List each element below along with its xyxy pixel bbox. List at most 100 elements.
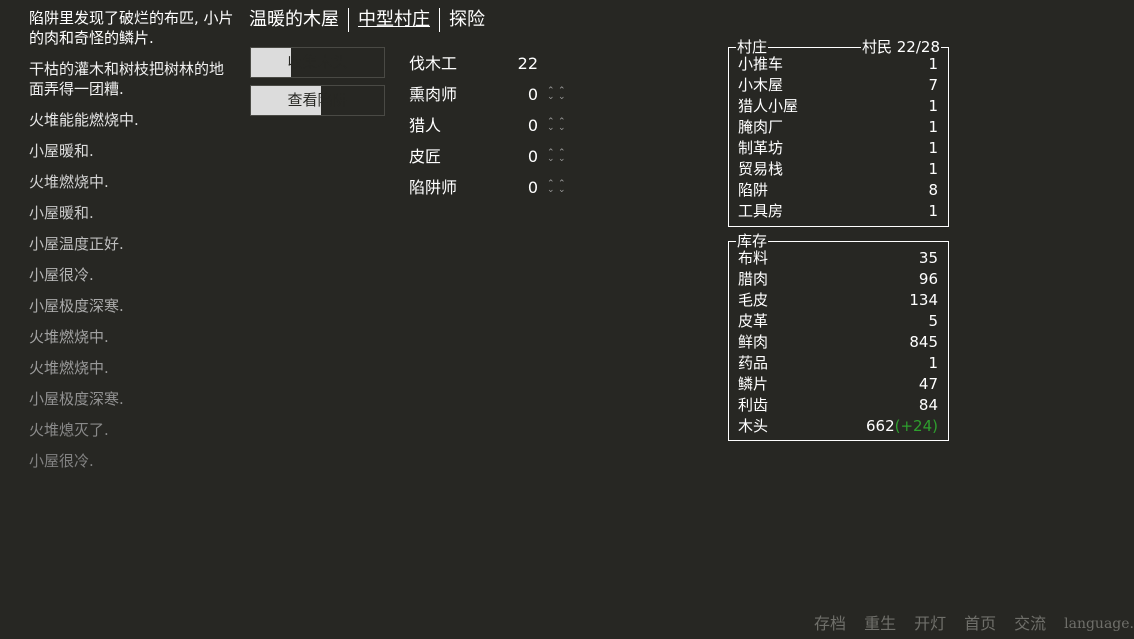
save-link[interactable]: 存档 [814,612,846,636]
worker-controls: ⌃ ⌄ ⌃ ⌄ [547,118,571,135]
resource-name: 布料 [738,249,769,267]
decrease-worker-icon[interactable]: ⌄ [547,155,557,166]
village-panel: 村庄 村民 22/28 小推车 1 小木屋 7 猎人小屋 1 腌肉厂 1 制革坊 1 贸易栈 1 陷阱 8… [728,39,949,227]
resource-name: 木头 [738,417,769,435]
notification-item: 干枯的灌木和树枝把树林的地面弄得一团糟. [29,60,225,98]
resource-row: 鲜肉 845 [738,332,938,353]
village-legend: 村庄 [736,38,769,56]
resource-income: (+24) [894,417,938,435]
decrease-worker-10-icon[interactable]: ⌄ [558,124,568,135]
notification-item: 火堆燃烧中. [29,359,109,377]
building-name: 腌肉厂 [738,118,784,136]
resource-name: 皮革 [738,312,769,330]
tab-village[interactable]: 中型村庄 [358,8,430,32]
resource-name: 腊肉 [738,270,769,288]
resource-count: 134 [909,291,938,309]
building-name: 工具房 [738,202,784,220]
resource-name: 药品 [738,354,769,372]
resource-value: 1 [928,353,938,374]
building-name: 小木屋 [738,76,784,94]
tab-room[interactable]: 温暖的木屋 [249,8,339,32]
resource-row: 木头 662(+24) [738,416,938,437]
building-name: 制革坊 [738,139,784,157]
stores-panel: 库存 布料 35 腊肉 96 毛皮 134 皮革 5 鲜肉 845 药品 1 鳞片 47 利齿 84 木头 662… [728,233,949,441]
notification-item: 火堆燃烧中. [29,328,109,346]
home-link[interactable]: 首页 [964,612,996,636]
check-traps-button[interactable]: 查看陷阱 [250,85,385,116]
building-count: 1 [928,118,938,136]
notification-item: 小屋暖和. [29,204,94,222]
language-link[interactable]: language. [1064,612,1134,636]
decrease-worker-10-icon[interactable]: ⌄ [558,186,568,197]
building-count: 1 [928,160,938,178]
resource-value: 134 [909,290,938,311]
decrease-worker-icon[interactable]: ⌄ [547,186,557,197]
resource-name: 利齿 [738,396,769,414]
resource-value: 662(+24) [866,416,938,437]
worker-controls: ⌃ ⌄ ⌃ ⌄ [547,149,571,166]
community-link[interactable]: 交流 [1014,612,1046,636]
resource-row: 药品 1 [738,353,938,374]
location-tabs: 温暖的木屋 中型村庄 探险 [249,8,485,32]
resource-count: 845 [909,333,938,351]
population-counter: 村民 22/28 [861,38,941,56]
worker-name: 猎人 [409,116,442,135]
resource-value: 845 [909,332,938,353]
worker-name: 熏肉师 [409,85,458,104]
decrease-worker-icon[interactable]: ⌄ [547,93,557,104]
worker-row: 伐木工 22 [409,52,579,83]
footer-menu: 存档 重生 开灯 首页 交流 language. [796,612,1134,636]
game-window: 陷阱里发现了破烂的布匹, 小片的肉和奇怪的鳞片. 干枯的灌木和树枝把树林的地面弄得… [0,0,1134,639]
resource-row: 毛皮 134 [738,290,938,311]
building-count: 1 [928,55,938,73]
resource-list: 布料 35 腊肉 96 毛皮 134 皮革 5 鲜肉 845 药品 1 鳞片 47 利齿 84 木头 662(+2… [738,248,938,437]
building-list: 小推车 1 小木屋 7 猎人小屋 1 腌肉厂 1 制革坊 1 贸易栈 1 陷阱 8 工具房 1 [738,54,938,222]
restart-link[interactable]: 重生 [864,612,896,636]
resource-row: 腊肉 96 [738,269,938,290]
resource-name: 毛皮 [738,291,769,309]
worker-name: 陷阱师 [409,178,458,197]
worker-count: 0 [527,147,538,166]
building-count: 1 [928,97,938,115]
worker-row: 陷阱师 0 ⌃ ⌄ ⌃ ⌄ [409,176,579,207]
building-row: 贸易栈 1 [738,159,938,180]
building-row: 猎人小屋 1 [738,96,938,117]
notification-item: 火堆燃烧中. [29,173,109,191]
notification-item: 火堆能能燃烧中. [29,111,139,129]
building-row: 腌肉厂 1 [738,117,938,138]
lights-link[interactable]: 开灯 [914,612,946,636]
tab-divider [348,8,349,32]
resource-count: 47 [918,375,938,393]
worker-count: 22 [517,54,538,73]
notification-item: 小屋极度深寒. [29,390,124,408]
tab-divider [439,8,440,32]
notification-item: 小屋极度深寒. [29,297,124,315]
building-name: 陷阱 [738,181,769,199]
notification-item: 小屋暖和. [29,142,94,160]
building-count: 1 [928,202,938,220]
building-row: 小木屋 7 [738,75,938,96]
notification-item: 小屋很冷. [29,452,94,470]
building-name: 猎人小屋 [738,97,799,115]
gather-wood-button[interactable]: 收集木头 [250,47,385,78]
tab-explore[interactable]: 探险 [449,8,485,32]
decrease-worker-10-icon[interactable]: ⌄ [558,155,568,166]
resource-value: 35 [919,248,938,269]
resource-count: 5 [928,312,938,330]
worker-controls: ⌃ ⌄ ⌃ ⌄ [547,180,571,197]
resource-value: 47 [919,374,938,395]
resource-name: 鲜肉 [738,333,769,351]
building-row: 陷阱 8 [738,180,938,201]
resource-name: 鳞片 [738,375,769,393]
resource-row: 皮革 5 [738,311,938,332]
worker-row: 猎人 0 ⌃ ⌄ ⌃ ⌄ [409,114,579,145]
resource-row: 利齿 84 [738,395,938,416]
notification-item: 陷阱里发现了破烂的布匹, 小片的肉和奇怪的鳞片. [29,9,234,47]
decrease-worker-icon[interactable]: ⌄ [547,124,557,135]
worker-controls: ⌃ ⌄ ⌃ ⌄ [547,87,571,104]
decrease-worker-10-icon[interactable]: ⌄ [558,93,568,104]
building-count: 1 [928,139,938,157]
worker-name: 伐木工 [409,54,458,73]
resource-value: 5 [928,311,938,332]
resource-row: 鳞片 47 [738,374,938,395]
